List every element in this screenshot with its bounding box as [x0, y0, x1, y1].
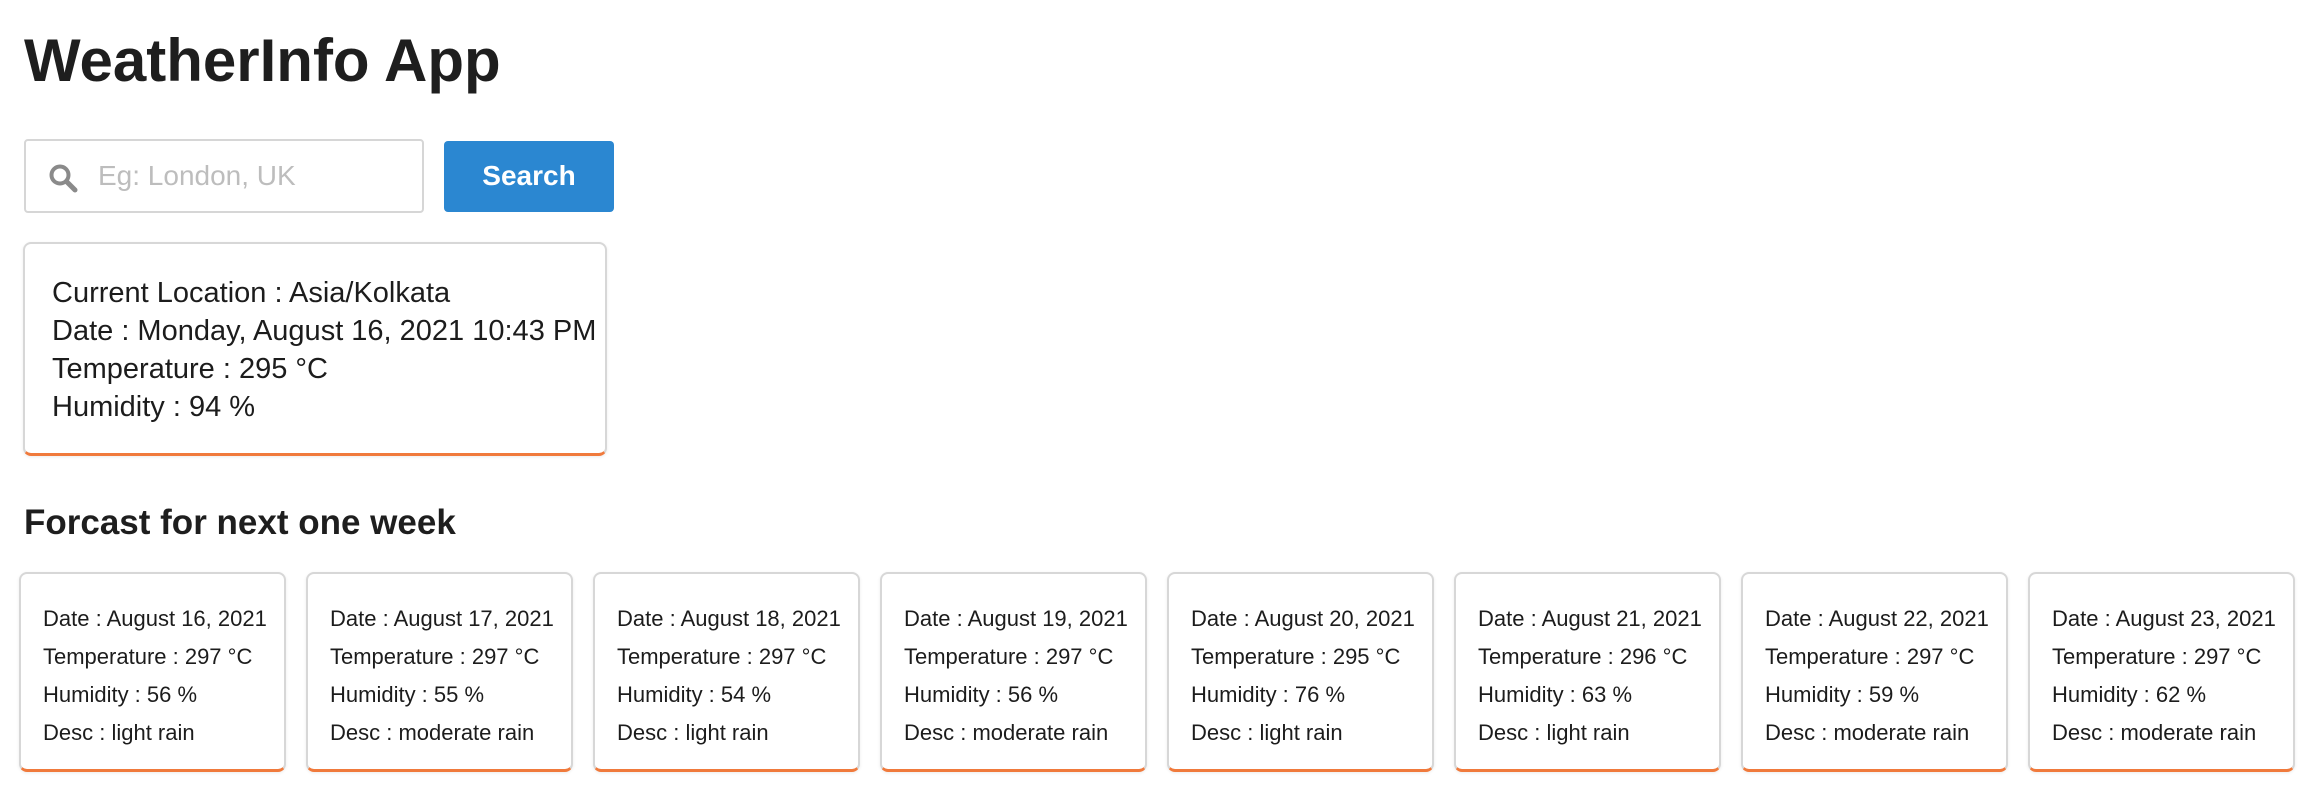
forecast-date: Date : August 18, 2021 [617, 606, 841, 631]
forecast-card: Date : August 18, 2021 Temperature : 297… [593, 572, 860, 772]
forecast-desc: Desc : moderate rain [2052, 720, 2257, 745]
forecast-desc: Desc : moderate rain [1765, 720, 1970, 745]
current-temperature: Temperature : 295 °C [52, 353, 328, 385]
forecast-date: Date : August 22, 2021 [1765, 606, 1989, 631]
forecast-humidity: Humidity : 62 % [2052, 682, 2207, 707]
forecast-humidity: Humidity : 54 % [617, 682, 772, 707]
forecast-card: Date : August 19, 2021 Temperature : 297… [880, 572, 1147, 772]
forecast-humidity: Humidity : 56 % [43, 682, 198, 707]
forecast-desc: Desc : moderate rain [904, 720, 1109, 745]
forecast-date: Date : August 19, 2021 [904, 606, 1128, 631]
forecast-desc: Desc : light rain [1478, 720, 1630, 745]
forecast-humidity: Humidity : 76 % [1191, 682, 1346, 707]
forecast-card: Date : August 20, 2021 Temperature : 295… [1167, 572, 1434, 772]
forecast-desc: Desc : moderate rain [330, 720, 535, 745]
forecast-temperature: Temperature : 297 °C [330, 644, 540, 669]
forecast-card: Date : August 22, 2021 Temperature : 297… [1741, 572, 2008, 772]
forecast-date: Date : August 20, 2021 [1191, 606, 1415, 631]
forecast-card: Date : August 21, 2021 Temperature : 296… [1454, 572, 1721, 772]
forecast-temperature: Temperature : 295 °C [1191, 644, 1401, 669]
forecast-card: Date : August 16, 2021 Temperature : 297… [19, 572, 286, 772]
weather-app-page: WeatherInfo App Search Current Location … [0, 0, 2318, 808]
search-icon [49, 164, 78, 193]
search-input[interactable] [98, 141, 414, 211]
forecast-card: Date : August 23, 2021 Temperature : 297… [2028, 572, 2295, 772]
search-button[interactable]: Search [444, 140, 614, 212]
forecast-list: Date : August 16, 2021 Temperature : 297… [19, 572, 2295, 772]
forecast-desc: Desc : light rain [43, 720, 195, 745]
forecast-title: Forcast for next one week [24, 503, 456, 542]
current-location: Current Location : Asia/Kolkata [52, 277, 451, 309]
forecast-card: Date : August 17, 2021 Temperature : 297… [306, 572, 573, 772]
forecast-humidity: Humidity : 56 % [904, 682, 1059, 707]
forecast-temperature: Temperature : 297 °C [1765, 644, 1975, 669]
app-title: WeatherInfo App [24, 27, 501, 94]
search-bar: Search [24, 139, 614, 213]
search-field[interactable] [24, 139, 424, 213]
forecast-temperature: Temperature : 297 °C [617, 644, 827, 669]
forecast-humidity: Humidity : 55 % [330, 682, 485, 707]
current-weather-card: Current Location : Asia/Kolkata Date : M… [23, 242, 607, 456]
forecast-temperature: Temperature : 297 °C [904, 644, 1114, 669]
forecast-date: Date : August 16, 2021 [43, 606, 267, 631]
forecast-date: Date : August 17, 2021 [330, 606, 554, 631]
forecast-date: Date : August 21, 2021 [1478, 606, 1702, 631]
forecast-temperature: Temperature : 296 °C [1478, 644, 1688, 669]
forecast-humidity: Humidity : 59 % [1765, 682, 1920, 707]
forecast-temperature: Temperature : 297 °C [2052, 644, 2262, 669]
current-date: Date : Monday, August 16, 2021 10:43 PM [52, 315, 597, 347]
current-humidity: Humidity : 94 % [52, 391, 256, 423]
forecast-desc: Desc : light rain [1191, 720, 1343, 745]
forecast-desc: Desc : light rain [617, 720, 769, 745]
forecast-humidity: Humidity : 63 % [1478, 682, 1633, 707]
forecast-date: Date : August 23, 2021 [2052, 606, 2276, 631]
forecast-temperature: Temperature : 297 °C [43, 644, 253, 669]
